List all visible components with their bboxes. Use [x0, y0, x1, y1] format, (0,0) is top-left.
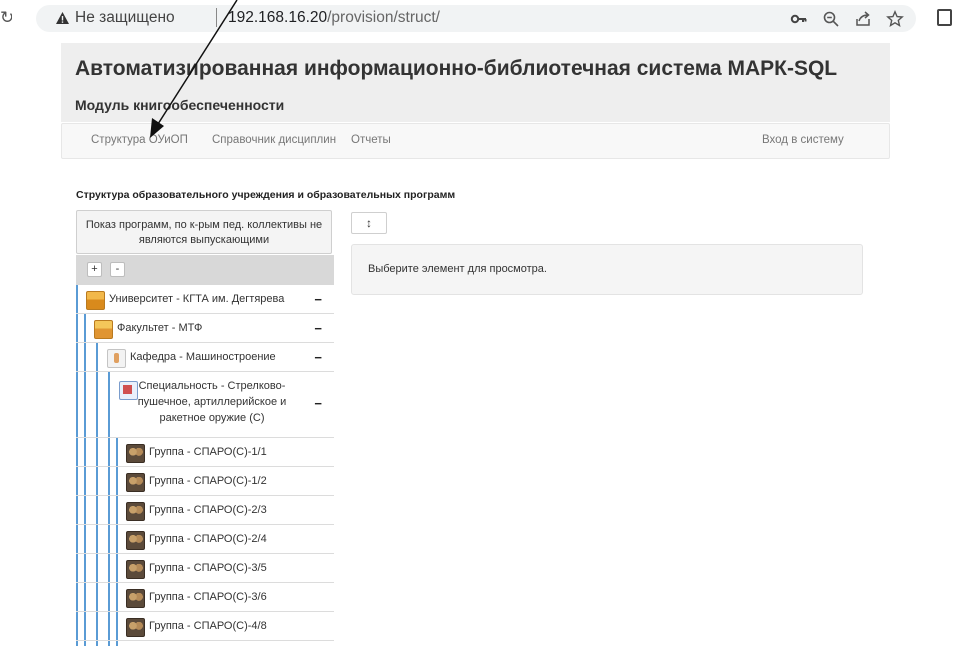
group-icon: [126, 589, 145, 608]
browser-toolbar: ↻ Не защищено 192.168.16.20/provision/st…: [0, 0, 957, 36]
collapse-toggle[interactable]: −: [314, 321, 322, 336]
tree-node-specialty[interactable]: Специальность - Стрелково-пушечное, арти…: [76, 372, 334, 438]
tree-node-label: Группа - СПАРО(С)-3/5: [149, 562, 267, 574]
tree-node-department[interactable]: Кафедра - Машиностроение −: [76, 343, 334, 372]
tree-node-label: Специальность - Стрелково-пушечное, арти…: [137, 380, 287, 424]
tree-node-faculty[interactable]: Факультет - МТФ −: [76, 314, 334, 343]
group-icon: [126, 502, 145, 521]
url-separator: [216, 8, 217, 27]
structure-tree: Показ программ, по к-рым пед. коллективы…: [76, 210, 334, 646]
tree-toolbar: + -: [76, 255, 334, 285]
university-icon: [86, 291, 105, 310]
address-bar[interactable]: Не защищено 192.168.16.20/provision/stru…: [36, 5, 916, 32]
faculty-icon: [94, 320, 113, 339]
tree-node-group[interactable]: Группа - СПАРО(С)-1/1: [76, 438, 334, 467]
detail-placeholder: Выберите элемент для просмотра.: [368, 263, 547, 275]
tree-node-label: Группа - СПАРО(С)-2/3: [149, 504, 267, 516]
nav-disciplines[interactable]: Справочник дисциплин: [212, 134, 336, 146]
collapse-toggle[interactable]: −: [314, 292, 322, 307]
tree-node-group[interactable]: Группа - СПАРО(С)-4/8: [76, 612, 334, 641]
tree-node-label: Кафедра - Машиностроение: [130, 351, 276, 363]
section-title: Структура образовательного учреждения и …: [76, 189, 456, 201]
collapse-toggle[interactable]: −: [314, 396, 322, 411]
group-icon: [126, 473, 145, 492]
tree-node-group[interactable]: Группа - СПАРО(С)-2/3: [76, 496, 334, 525]
warning-icon[interactable]: [55, 11, 70, 25]
tree-node-university[interactable]: Университет - КГТА им. Дегтярева −: [76, 285, 334, 314]
tree-node-group[interactable]: Группа - СПАРО(С)-3/5: [76, 554, 334, 583]
key-icon[interactable]: [790, 10, 808, 28]
expand-all-button[interactable]: +: [87, 262, 102, 277]
tree-node-label: Факультет - МТФ: [117, 322, 203, 334]
zoom-icon[interactable]: [822, 10, 840, 28]
nav-reports[interactable]: Отчеты: [351, 134, 391, 146]
nav-structure[interactable]: Структура ОУиОП: [91, 134, 188, 146]
url-path: /provision/struct/: [327, 9, 440, 26]
group-icon: [126, 444, 145, 463]
main-navbar: Структура ОУиОП Справочник дисциплин Отч…: [61, 123, 890, 159]
toggle-panel-button[interactable]: ↕: [351, 212, 387, 234]
site-header: Автоматизированная информационно-библиот…: [61, 43, 890, 122]
department-icon: [107, 349, 126, 368]
page-subtitle: Модуль книгообеспеченности: [75, 97, 285, 113]
url-text[interactable]: 192.168.16.20/provision/struct/: [228, 9, 440, 27]
collapse-toggle[interactable]: −: [314, 350, 322, 365]
tree-node-label: Университет - КГТА им. Дегтярева: [109, 293, 285, 305]
tree-node-label: Группа - СПАРО(С)-4/8: [149, 620, 267, 632]
tree-node-label: Группа - СПАРО(С)-1/2: [149, 475, 267, 487]
side-panel-icon[interactable]: [937, 9, 952, 26]
share-icon[interactable]: [854, 10, 872, 28]
show-non-graduating-programs-button[interactable]: Показ программ, по к-рым пед. коллективы…: [76, 210, 332, 254]
tree-node-group-partial[interactable]: [76, 641, 334, 646]
tree-node-group[interactable]: Группа - СПАРО(С)-1/2: [76, 467, 334, 496]
security-label[interactable]: Не защищено: [75, 9, 175, 27]
tree-node-label: Группа - СПАРО(С)-2/4: [149, 533, 267, 545]
group-icon: [126, 560, 145, 579]
nav-login[interactable]: Вход в систему: [762, 134, 844, 146]
page-title: Автоматизированная информационно-библиот…: [75, 57, 838, 80]
bookmark-star-icon[interactable]: [886, 10, 904, 28]
url-host: 192.168.16.20: [228, 9, 328, 26]
tree-node-group[interactable]: Группа - СПАРО(С)-3/6: [76, 583, 334, 612]
reload-icon[interactable]: ↻: [0, 8, 12, 28]
group-icon: [126, 618, 145, 637]
tree-node-label: Группа - СПАРО(С)-3/6: [149, 591, 267, 603]
group-icon: [126, 531, 145, 550]
tree-node-group[interactable]: Группа - СПАРО(С)-2/4: [76, 525, 334, 554]
tree-node-label: Группа - СПАРО(С)-1/1: [149, 446, 267, 458]
collapse-all-button[interactable]: -: [110, 262, 125, 277]
detail-panel: Выберите элемент для просмотра.: [351, 244, 863, 295]
